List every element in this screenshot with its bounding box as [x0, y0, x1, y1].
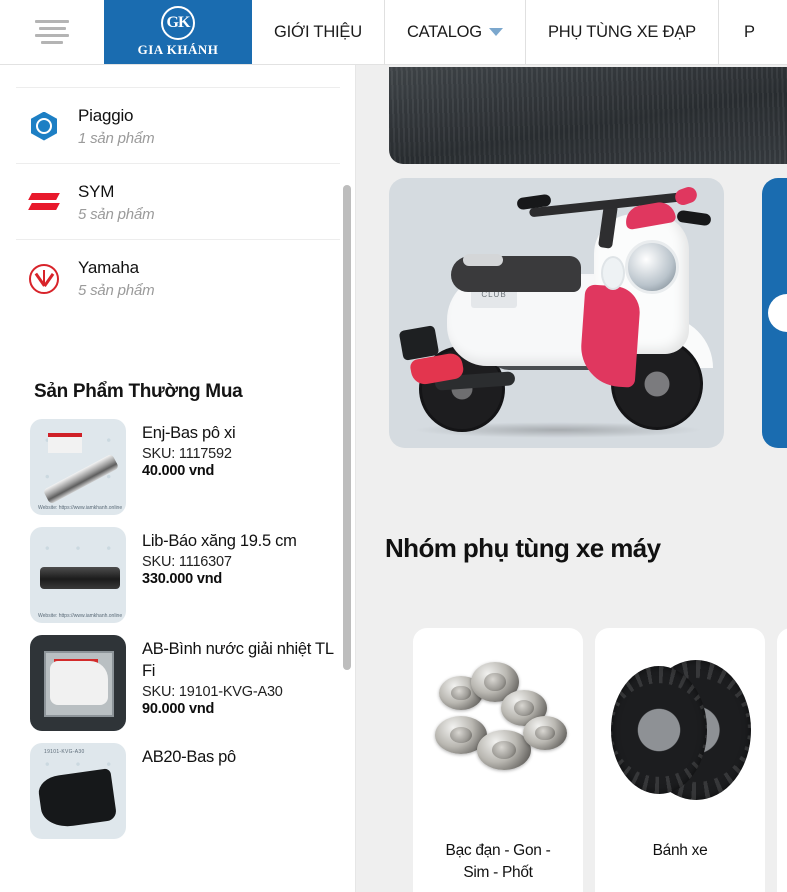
category-card-bac-dan[interactable]: Bạc đạn - Gon - Sim - Phốt	[413, 628, 583, 892]
list-item[interactable]: AB-Bình nước giải nhiệt TL Fi SKU: 19101…	[16, 629, 340, 737]
sym-logo-icon	[28, 187, 60, 219]
brand-name: SYM	[78, 182, 115, 201]
brand-name: Piaggio	[78, 106, 134, 125]
sidebar-brand-piaggio[interactable]: Piaggio 1 sản phẩm	[16, 87, 340, 163]
category-label: Bạc đạn - Gon - Sim - Phốt	[445, 842, 551, 882]
list-item[interactable]: Website: https://www.iamkhanh.online Lib…	[16, 521, 340, 629]
sidebar-scrollbar[interactable]	[343, 185, 351, 670]
product-name: Enj-Bas pô xi	[142, 424, 236, 442]
sidebar-brand-yamaha[interactable]: Yamaha 5 sản phẩm	[16, 239, 340, 315]
product-thumbnail: Website: https://www.iamkhanh.online	[30, 419, 126, 515]
product-sku: SKU: 1117592	[142, 445, 232, 462]
page-title: Nhóm phụ tùng xe máy	[385, 533, 661, 563]
nav-item-label: GIỚI THIỆU	[274, 22, 362, 41]
list-item[interactable]: Website: https://www.iamkhanh.online Enj…	[16, 413, 340, 521]
ball-bearings-image	[413, 650, 583, 808]
chevron-down-icon	[488, 28, 503, 36]
motorcycle-tires-image	[595, 650, 765, 808]
product-name: AB-Bình nước giải nhiệt TL Fi	[142, 640, 334, 680]
hamburger-menu-icon[interactable]	[0, 0, 104, 64]
frequent-products-title: Sản Phẩm Thường Mua	[34, 381, 243, 402]
nav-item-gioi-thieu[interactable]: GIỚI THIỆU	[252, 0, 384, 64]
category-card-banh-xe[interactable]: Bánh xe	[595, 628, 765, 892]
hamburger-line	[35, 34, 69, 37]
list-item[interactable]: 19101-KVG-A30 AB20-Bas pô	[16, 737, 340, 845]
brand-product-count: 5 sản phẩm	[78, 282, 155, 299]
nav-item-label: PHỤ TÙNG XE ĐẠP	[547, 22, 696, 41]
category-card-next[interactable]	[777, 628, 787, 892]
brand-product-count: 1 sản phẩm	[78, 130, 155, 147]
nav-item-overflow[interactable]: P	[717, 0, 758, 64]
hamburger-line	[41, 41, 63, 44]
hero-banner-dark	[389, 67, 787, 164]
sidebar-brand-sym[interactable]: SYM 5 sản phẩm	[16, 163, 340, 239]
brand-product-count: 5 sản phẩm	[78, 206, 155, 223]
sidebar: Piaggio 1 sản phẩm SYM 5 sản phẩm Yamaha…	[0, 65, 356, 892]
product-price: 40.000 vnd	[142, 462, 215, 479]
nav-item-label: P	[744, 22, 755, 41]
product-price: 90.000 vnd	[142, 700, 215, 717]
product-price: 330.000 vnd	[142, 570, 223, 587]
brand-name: Yamaha	[78, 258, 139, 277]
nav-item-catalog[interactable]: CATALOG	[383, 0, 525, 64]
hamburger-line	[38, 27, 66, 30]
product-thumbnail	[30, 635, 126, 731]
main-content: CLUB Nhóm phụ tùng xe máy Bạc đạn - Gon …	[357, 65, 787, 892]
category-label	[777, 808, 787, 840]
product-sku: SKU: 19101-KVG-A30	[142, 683, 283, 700]
product-thumbnail: 19101-KVG-A30	[30, 743, 126, 839]
product-name: AB20-Bas pô	[142, 748, 236, 766]
app-screen: GK GIA KHÁNH GIỚI THIỆU CATALOG PHỤ TÙNG…	[0, 0, 787, 892]
product-thumbnail: Website: https://www.iamkhanh.online	[30, 527, 126, 623]
hero-slide-scooter[interactable]: CLUB	[389, 178, 724, 448]
logo-monogram-icon: GK	[161, 6, 195, 40]
product-sku: SKU: 1116307	[142, 553, 232, 570]
yamaha-logo-icon	[28, 263, 60, 295]
product-name: Lib-Báo xăng 19.5 cm	[142, 532, 297, 550]
helmet-image	[777, 650, 787, 808]
logo-wordmark: GIA KHÁNH	[137, 42, 219, 57]
site-logo[interactable]: GK GIA KHÁNH	[104, 0, 252, 64]
nav-item-label: CATALOG	[406, 22, 482, 41]
top-navigation-bar: GK GIA KHÁNH GIỚI THIỆU CATALOG PHỤ TÙNG…	[0, 0, 787, 65]
nav-item-phu-tung-xe-dap[interactable]: PHỤ TÙNG XE ĐẠP	[524, 0, 718, 64]
piaggio-logo-icon	[28, 111, 60, 143]
category-label: Bánh xe	[652, 842, 708, 859]
hamburger-line	[35, 20, 69, 23]
